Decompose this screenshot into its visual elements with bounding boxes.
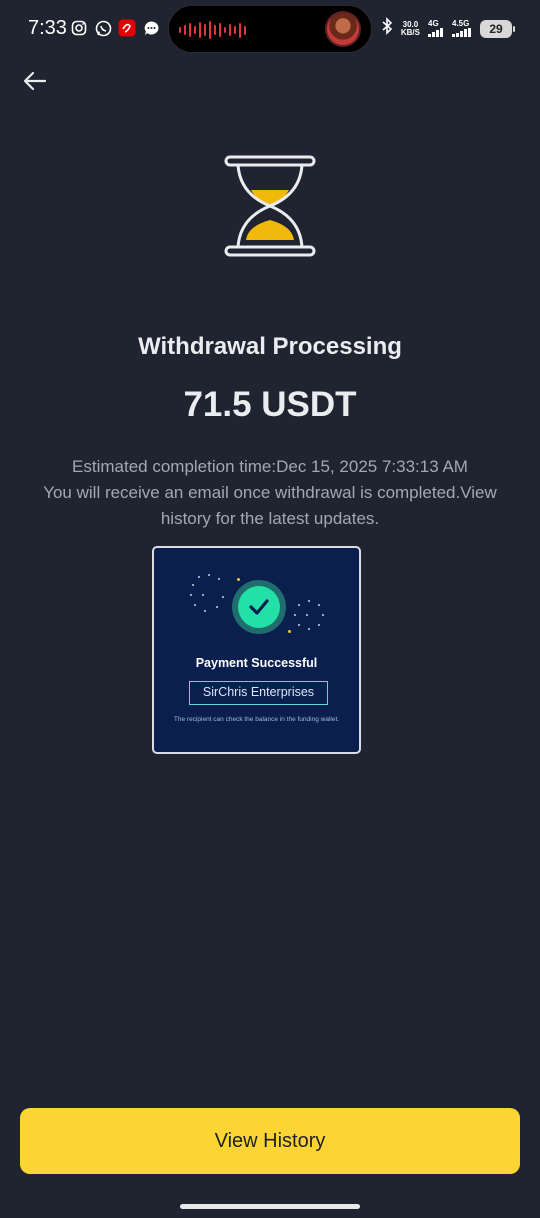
status-bar: 7:33 30.0 KB/S 4G 4.5G 29 [0,0,540,58]
decorative-dots-right [292,600,326,634]
messages-icon [142,19,160,37]
signal-45g-label: 4.5G [452,19,470,28]
merchant-name: SirChris Enterprises [189,681,328,705]
system-indicators: 30.0 KB/S 4G 4.5G 29 [381,17,515,40]
page-title: Withdrawal Processing [138,333,402,360]
signal-4g-label: 4G [428,19,439,28]
network-speed-unit: KB/S [400,27,420,37]
hourglass-icon [224,155,316,257]
whatsapp-icon [94,19,112,37]
sparkle-icon [237,578,240,581]
audio-wave-icon [179,21,246,39]
status-description: Estimated completion time:Dec 15, 2025 7… [20,454,520,532]
notification-icons [70,19,160,37]
payment-title: Payment Successful [195,656,318,670]
arrow-left-icon [23,71,47,91]
back-button[interactable] [20,66,50,96]
success-check-icon [232,580,286,634]
instagram-icon [70,19,88,37]
sparkle-icon [288,630,291,633]
view-history-button[interactable]: View History [20,1108,520,1174]
airtel-icon [118,19,136,37]
withdrawal-amount: 71.5 USDT [183,385,357,424]
signal-45g: 4.5G [452,20,472,37]
payment-receipt-image[interactable]: Payment Successful SirChris Enterprises … [152,546,361,754]
signal-icon [428,28,443,37]
signal-icon [452,28,471,37]
recipient-note: The recipient can check the balance in t… [173,716,340,723]
avatar [325,11,361,47]
screen: 7:33 30.0 KB/S 4G 4.5G 29 Withdrawal Pro… [0,0,540,1218]
email-note: You will receive an email once withdrawa… [43,483,497,528]
dynamic-island[interactable] [168,5,372,53]
home-indicator[interactable] [180,1204,360,1209]
status-time: 7:33 [28,17,67,39]
estimated-completion: Estimated completion time:Dec 15, 2025 7… [72,457,468,476]
signal-4g: 4G [428,20,444,37]
battery-indicator: 29 [480,19,515,38]
bluetooth-icon [381,17,393,40]
decorative-dots-left [190,574,230,616]
network-speed: 30.0 KB/S [400,20,420,37]
